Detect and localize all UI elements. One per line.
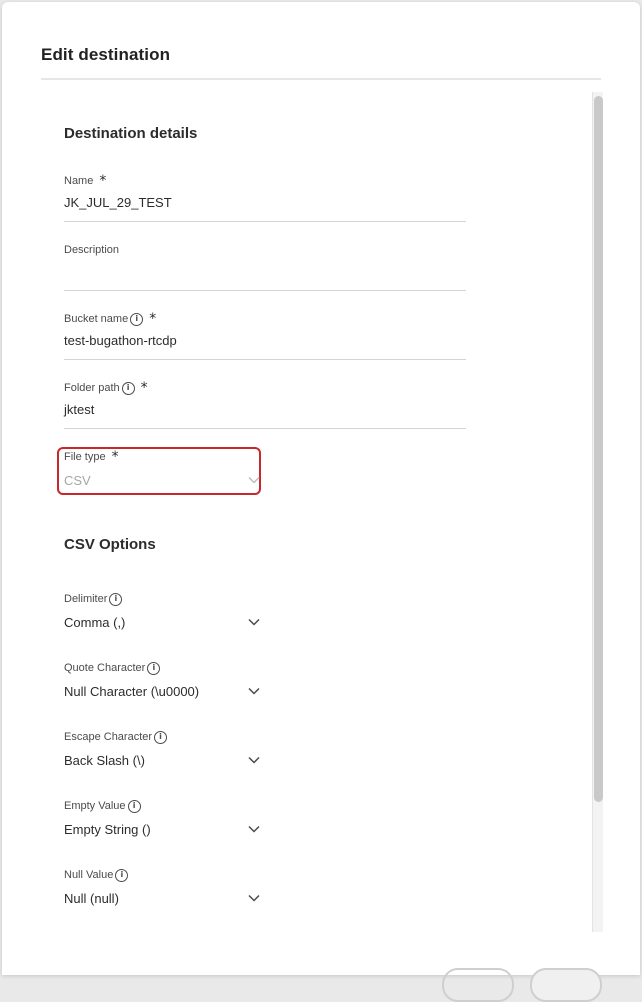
file-type-value: CSV: [64, 472, 91, 488]
title-divider: [41, 78, 601, 80]
info-icon[interactable]: i: [130, 312, 144, 326]
dialog-title: Edit destination: [41, 45, 171, 64]
info-icon[interactable]: i: [154, 730, 168, 744]
save-button[interactable]: [530, 968, 602, 1002]
quote-character-value: Null Character (\u0000): [64, 683, 200, 699]
scrollbar-thumb[interactable]: [594, 96, 603, 802]
name-label: Name: [64, 175, 94, 187]
null-value-label: Null Value: [64, 869, 114, 881]
folder-path-label: Folder path: [64, 382, 120, 394]
null-value-value: Null (null): [64, 890, 119, 906]
description-input[interactable]: [64, 264, 466, 282]
quote-character-label: Quote Character: [64, 662, 146, 674]
info-icon[interactable]: i: [147, 661, 161, 675]
delimiter-label: Delimiter: [64, 593, 108, 605]
chevron-down-icon: [248, 825, 260, 833]
empty-value-field: Empty Value i Empty String (): [64, 798, 466, 838]
name-underline: [64, 221, 466, 222]
bucket-name-underline: [64, 359, 466, 360]
delimiter-value: Comma (,): [64, 614, 126, 630]
required-asterisk: *: [111, 449, 119, 465]
delimiter-field: Delimiter i Comma (,): [64, 591, 466, 631]
cancel-button[interactable]: [442, 968, 514, 1002]
empty-value-select[interactable]: Empty String (): [64, 820, 260, 838]
folder-path-input[interactable]: jktest: [64, 402, 466, 420]
chevron-down-icon: [248, 476, 260, 484]
chevron-down-icon: [248, 687, 260, 695]
edit-destination-dialog: Edit destination Destination details Nam…: [2, 2, 640, 1002]
bucket-name-field: Bucket name i * test-bugathon-rtcdp: [64, 311, 466, 360]
file-type-select[interactable]: CSV: [64, 471, 260, 489]
info-icon[interactable]: i: [121, 381, 135, 395]
description-underline: [64, 290, 466, 291]
empty-value-label: Empty Value: [64, 800, 126, 812]
required-asterisk: *: [99, 173, 107, 189]
required-asterisk: *: [140, 380, 148, 396]
file-type-field: File type * CSV: [64, 449, 466, 489]
chevron-down-icon: [248, 756, 260, 764]
description-label: Description: [64, 244, 120, 256]
delimiter-select[interactable]: Comma (,): [64, 613, 260, 631]
quote-character-select[interactable]: Null Character (\u0000): [64, 682, 260, 700]
section-title-destination-details: Destination details: [64, 125, 198, 142]
bucket-name-label: Bucket name: [64, 313, 129, 325]
info-icon[interactable]: i: [109, 592, 123, 606]
escape-character-value: Back Slash (\): [64, 752, 145, 768]
null-value-field: Null Value i Null (null): [64, 867, 466, 907]
escape-character-select[interactable]: Back Slash (\): [64, 751, 260, 769]
description-field: Description: [64, 242, 466, 291]
name-input[interactable]: JK_JUL_29_TEST: [64, 195, 466, 213]
null-value-select[interactable]: Null (null): [64, 889, 260, 907]
info-icon[interactable]: i: [115, 868, 129, 882]
folder-path-underline: [64, 428, 466, 429]
chevron-down-icon: [248, 894, 260, 902]
escape-character-field: Escape Character i Back Slash (\): [64, 729, 466, 769]
folder-path-field: Folder path i * jktest: [64, 380, 466, 429]
empty-value-value: Empty String (): [64, 821, 151, 837]
escape-character-label: Escape Character: [64, 731, 153, 743]
quote-character-field: Quote Character i Null Character (\u0000…: [64, 660, 466, 700]
name-field: Name * JK_JUL_29_TEST: [64, 173, 466, 222]
bucket-name-input[interactable]: test-bugathon-rtcdp: [64, 333, 466, 351]
info-icon[interactable]: i: [127, 799, 141, 813]
section-title-csv-options: CSV Options: [64, 536, 156, 553]
chevron-down-icon: [248, 618, 260, 626]
required-asterisk: *: [149, 311, 157, 327]
file-type-label: File type: [64, 451, 106, 463]
